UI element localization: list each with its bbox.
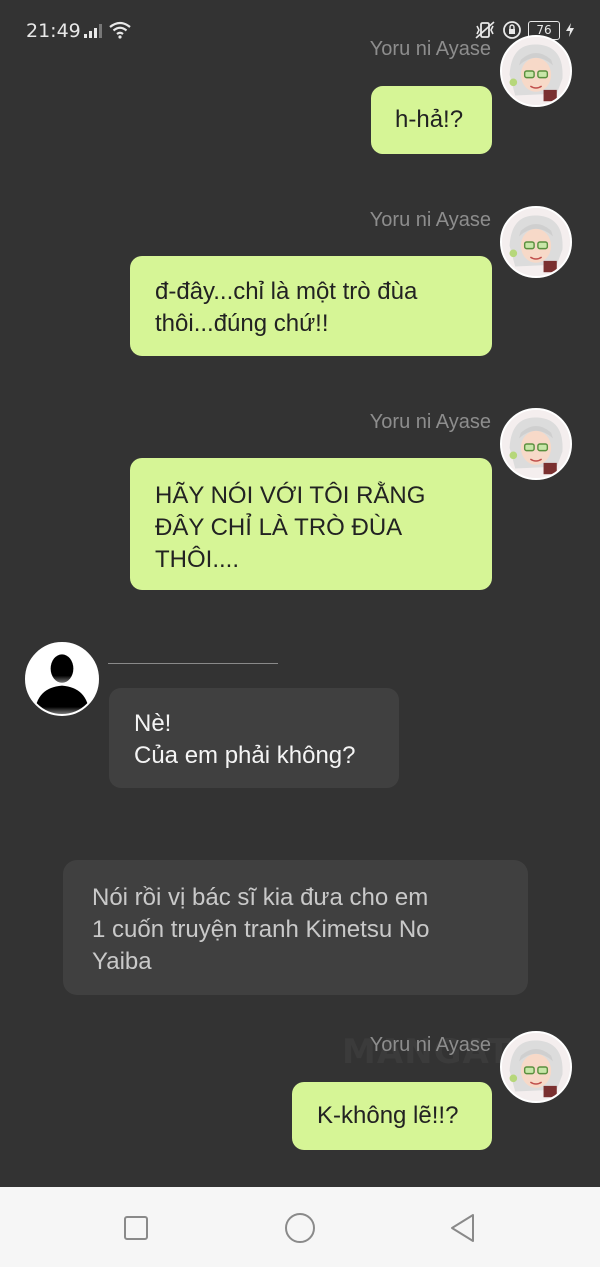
anime-girl-avatar-icon <box>502 1033 570 1101</box>
charging-icon <box>566 23 574 37</box>
narration-box: Nói rồi vị bác sĩ kia đưa cho em 1 cuốn … <box>63 860 528 995</box>
sender-name: Yoru ni Ayase <box>369 1034 491 1056</box>
message-text: HÃY NÓI VỚI TÔI RẰNG ĐÂY CHỈ LÀ TRÒ ĐÙA … <box>155 482 426 573</box>
sent-message-bubble[interactable]: K-không lẽ!!? <box>292 1082 492 1150</box>
avatar[interactable] <box>500 408 572 480</box>
home-icon[interactable] <box>283 1211 317 1245</box>
back-icon[interactable] <box>446 1211 480 1245</box>
sender-name: Yoru ni Ayase <box>369 209 491 231</box>
wifi-icon <box>109 21 131 39</box>
sender-name-placeholder-line <box>108 663 278 664</box>
vibrate-icon <box>475 21 495 39</box>
navigation-bar <box>0 1187 600 1267</box>
recent-apps-icon[interactable] <box>119 1211 153 1245</box>
message-text: K-không lẽ!!? <box>317 1102 459 1129</box>
message-text: h-hả!? <box>395 106 464 133</box>
message-text: đ-đây...chỉ là một trò đùa thôi...đúng c… <box>155 278 418 337</box>
avatar[interactable] <box>500 35 572 107</box>
anime-girl-avatar-icon <box>502 208 570 276</box>
sender-name: Yoru ni Ayase <box>369 38 491 60</box>
sent-message-bubble[interactable]: HÃY NÓI VỚI TÔI RẰNG ĐÂY CHỈ LÀ TRÒ ĐÙA … <box>130 458 492 590</box>
sent-message-bubble[interactable]: đ-đây...chỉ là một trò đùa thôi...đúng c… <box>130 256 492 356</box>
received-message-bubble[interactable]: Nè! Của em phải không? <box>109 688 399 788</box>
rotation-lock-icon <box>503 21 521 39</box>
sent-message-bubble[interactable]: h-hả!? <box>371 86 492 154</box>
narration-text: Nói rồi vị bác sĩ kia đưa cho em 1 cuốn … <box>92 884 430 975</box>
silhouette-avatar-icon <box>27 644 97 714</box>
status-time: 21:49 <box>26 20 81 42</box>
message-text: Nè! Của em phải không? <box>134 710 356 769</box>
sender-name: Yoru ni Ayase <box>369 411 491 433</box>
avatar[interactable] <box>500 1031 572 1103</box>
signal-icon <box>84 24 102 38</box>
anime-girl-avatar-icon <box>502 410 570 478</box>
avatar[interactable] <box>500 206 572 278</box>
anime-girl-avatar-icon <box>502 37 570 105</box>
avatar[interactable] <box>25 642 99 716</box>
